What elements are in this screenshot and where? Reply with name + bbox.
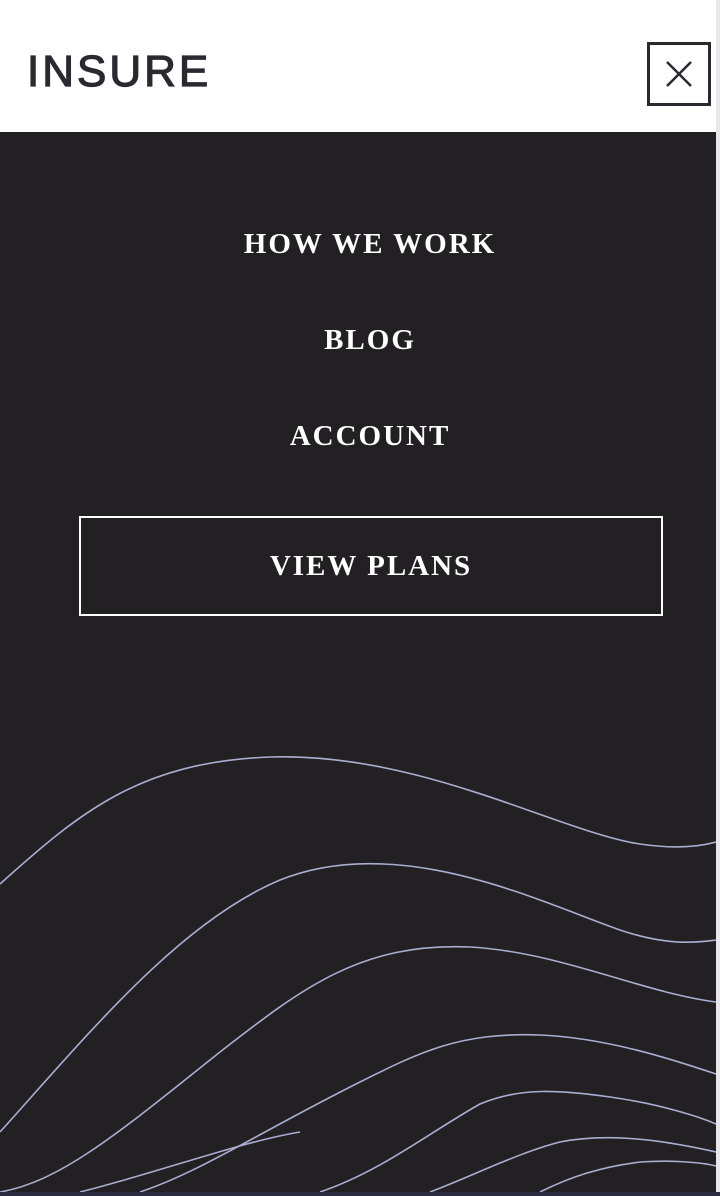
insure-logo[interactable]: INSURE <box>26 49 211 94</box>
scrollbar[interactable] <box>716 0 720 1196</box>
wave-pattern-decoration <box>0 756 716 1192</box>
view-plans-label: VIEW PLANS <box>269 549 473 582</box>
close-menu-button[interactable] <box>647 42 711 106</box>
nav-link-how-we-work[interactable]: HOW WE WORK <box>0 224 716 264</box>
site-header: INSURE <box>0 0 716 132</box>
nav-link-blog[interactable]: BLOG <box>0 320 716 360</box>
close-icon <box>666 61 692 87</box>
nav-link-account[interactable]: ACCOUNT <box>0 416 716 456</box>
view-plans-button[interactable]: VIEW PLANS <box>79 516 663 616</box>
mobile-menu: HOW WE WORK BLOG ACCOUNT VIEW PLANS <box>0 132 716 1192</box>
bottom-edge <box>0 1192 720 1196</box>
